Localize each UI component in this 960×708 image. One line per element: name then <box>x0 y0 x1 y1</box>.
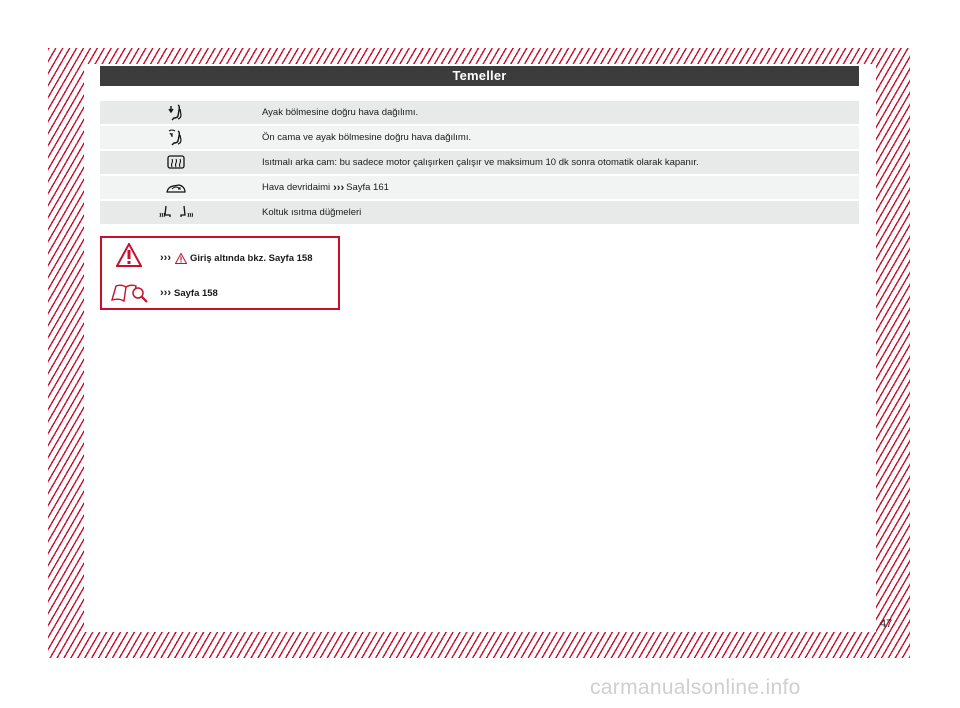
seat-heating-icon <box>100 201 252 224</box>
book-magnifier-icon <box>110 284 148 303</box>
warning-reference-line[interactable]: ››› Giriş altında bkz. Sayfa 158 <box>160 252 313 264</box>
row-text: Ön cama ve ayak bölmesine doğru hava dağ… <box>262 132 472 143</box>
cross-reference-arrows: ››› <box>160 252 171 264</box>
warning-icon <box>116 243 142 267</box>
row-text: Hava devridaimi <box>262 182 331 193</box>
row-description: Ön cama ve ayak bölmesine doğru hava dağ… <box>252 126 859 149</box>
warning-reference-text: Giriş altında bkz. Sayfa 158 <box>190 252 313 264</box>
row-text: Koltuk ısıtma düğmeleri <box>262 207 362 218</box>
watermark: carmanualsonline.info <box>590 676 801 699</box>
row-text: Isıtmalı arka cam: bu sadece motor çalış… <box>262 157 699 168</box>
page-reference-link[interactable]: Sayfa 161 <box>346 182 389 193</box>
footwell-airflow-icon <box>100 101 252 124</box>
row-description: Isıtmalı arka cam: bu sadece motor çalış… <box>252 151 859 174</box>
rear-window-heating-icon <box>100 151 252 174</box>
row-text: Ayak bölmesine doğru hava dağılımı. <box>262 107 419 118</box>
page-title: Temeller <box>100 66 859 86</box>
book-reference-text: Sayfa 158 <box>174 287 218 299</box>
row-description: Ayak bölmesine doğru hava dağılımı. <box>252 101 859 124</box>
row-description: Hava devridaimi ››› Sayfa 161 <box>252 176 859 199</box>
book-reference-line[interactable]: ››› Sayfa 158 <box>160 287 218 299</box>
table-row: Ön cama ve ayak bölmesine doğru hava dağ… <box>100 126 859 149</box>
air-recirculation-icon <box>100 176 252 199</box>
table-row: Isıtmalı arka cam: bu sadece motor çalış… <box>100 151 859 174</box>
controls-table: Ayak bölmesine doğru hava dağılımı. Ön c… <box>100 101 859 226</box>
cross-reference-arrows: ››› <box>333 181 345 194</box>
row-description: Koltuk ısıtma düğmeleri <box>252 201 859 224</box>
table-row: Ayak bölmesine doğru hava dağılımı. <box>100 101 859 124</box>
cross-reference-arrows: ››› <box>160 287 171 299</box>
page-number: 47 <box>880 618 893 630</box>
reference-box: ››› Giriş altında bkz. Sayfa 158 ››› Say… <box>100 236 340 310</box>
table-row: Hava devridaimi ››› Sayfa 161 <box>100 176 859 199</box>
windshield-footwell-airflow-icon <box>100 126 252 149</box>
table-row: Koltuk ısıtma düğmeleri <box>100 201 859 224</box>
warning-inline-icon <box>175 252 187 264</box>
